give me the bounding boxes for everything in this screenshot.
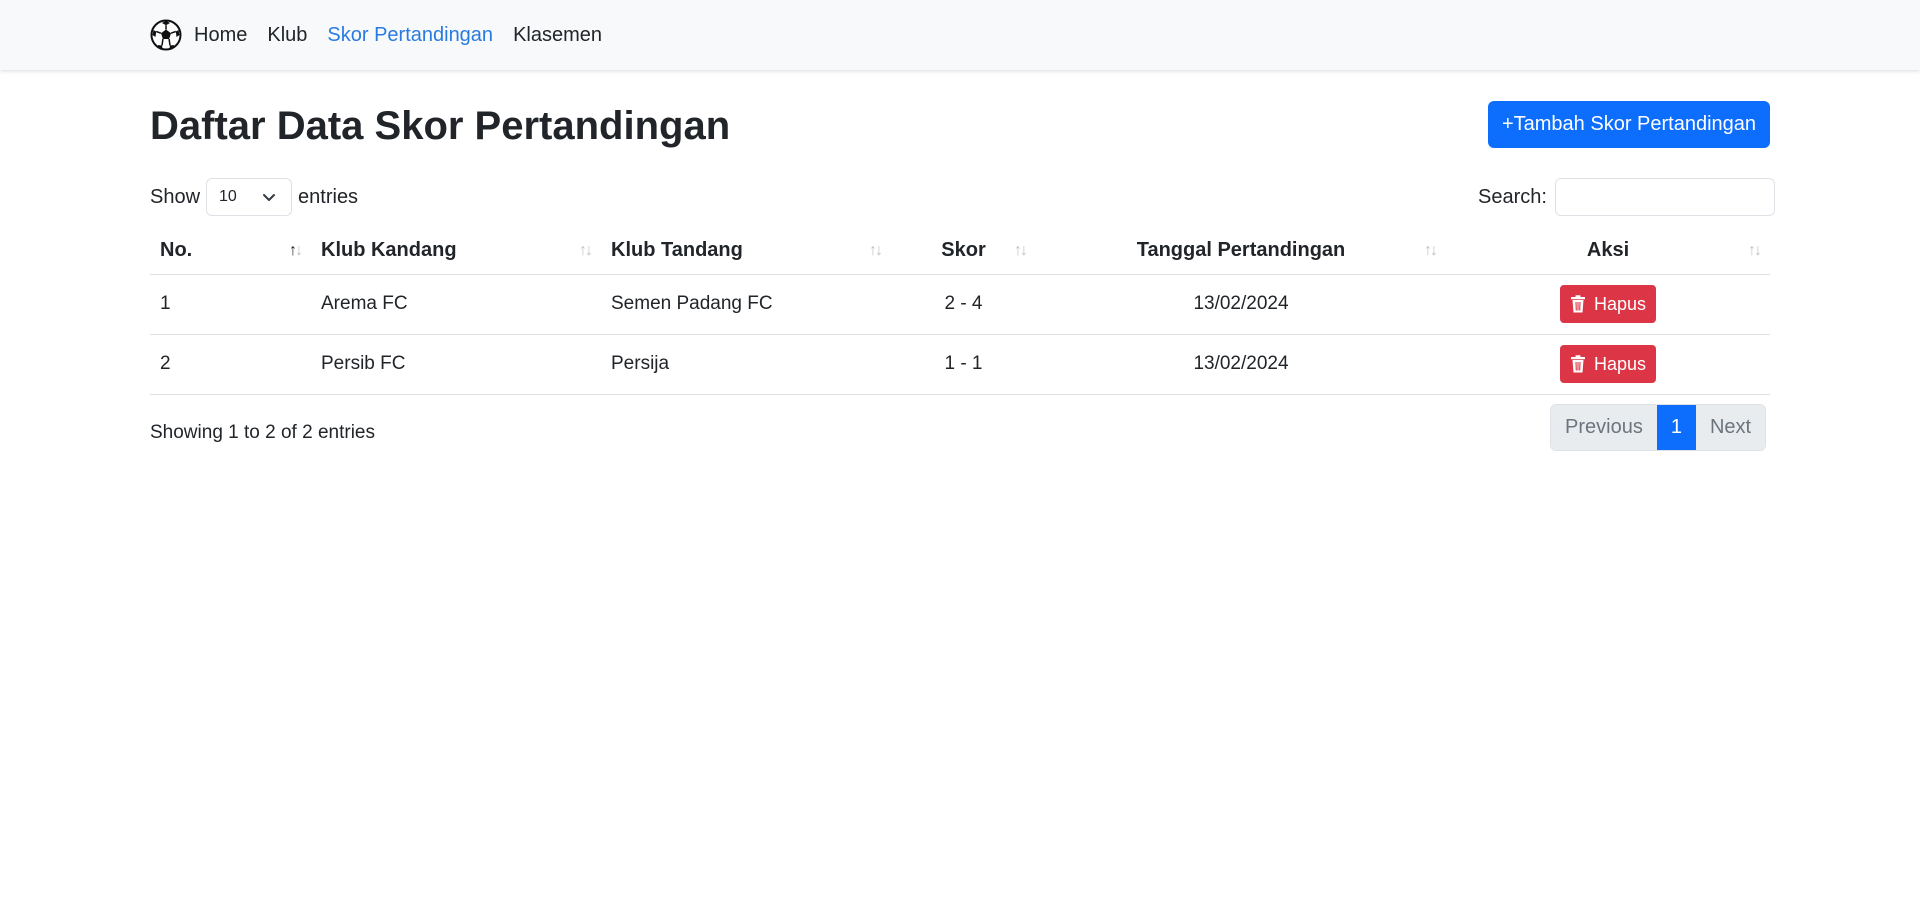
cell-home-club: Arema FC [311, 274, 601, 335]
column-header-label: Tanggal Pertandingan [1136, 239, 1346, 262]
entries-select[interactable]: 10 [206, 178, 293, 216]
nav-inner: Home Klub Skor Pertandingan Klasemen [150, 0, 622, 70]
column-header-klub-tandang[interactable]: Klub Tandang ↑↓ [601, 228, 891, 275]
column-header-label: Skor [941, 239, 986, 262]
pagination-next[interactable]: Next [1695, 405, 1766, 450]
nav-link-klasemen[interactable]: Klasemen [513, 24, 602, 47]
add-score-button[interactable]: +Tambah Skor Pertandingan [1488, 101, 1770, 148]
table-info: Showing 1 to 2 of 2 entries [150, 422, 375, 443]
cell-home-club: Persib FC [311, 334, 601, 395]
trash-icon [1570, 295, 1585, 313]
cell-score: 2 - 4 [891, 274, 1036, 335]
cell-date: 13/02/2024 [1036, 334, 1446, 395]
column-header-no[interactable]: No. ↑↓ [150, 228, 311, 275]
cell-away-club: Persija [601, 334, 891, 395]
pagination-previous[interactable]: Previous [1551, 405, 1657, 450]
cell-no: 1 [150, 274, 311, 335]
entries-select-value: 10 [219, 188, 237, 205]
chevron-down-icon [263, 194, 276, 201]
sort-icon: ↑↓ [869, 242, 883, 259]
table-row: 2 Persib FC Persija 1 - 1 13/02/2024 Hap… [150, 334, 1770, 395]
table-header-row: No. ↑↓ Klub Kandang ↑↓ Klub Tandang ↑↓ S… [150, 228, 1770, 275]
nav-link-skor-pertandingan[interactable]: Skor Pertandingan [327, 24, 493, 47]
pagination-page-1[interactable]: 1 [1656, 405, 1696, 450]
table-row: 1 Arema FC Semen Padang FC 2 - 4 13/02/2… [150, 274, 1770, 335]
cell-away-club: Semen Padang FC [601, 274, 891, 335]
scores-table: No. ↑↓ Klub Kandang ↑↓ Klub Tandang ↑↓ S… [150, 228, 1770, 395]
nav-link-klub[interactable]: Klub [267, 24, 307, 47]
delete-label: Hapus [1593, 293, 1647, 314]
sort-icon: ↑↓ [1424, 242, 1438, 259]
cell-date: 13/02/2024 [1036, 274, 1446, 335]
page-title: Daftar Data Skor Pertandingan [150, 104, 731, 148]
sort-icon: ↑↓ [1748, 242, 1762, 259]
pagination: Previous 1 Next [1550, 404, 1767, 451]
column-header-aksi[interactable]: Aksi ↑↓ [1446, 228, 1770, 275]
nav-link-home[interactable]: Home [194, 24, 247, 47]
column-header-label: Klub Kandang [321, 239, 457, 262]
sort-icon: ↑↓ [579, 242, 593, 259]
search-label: Search: [1478, 185, 1547, 208]
cell-action: Hapus [1446, 274, 1770, 335]
search-control: Search: [1478, 178, 1775, 216]
trash-icon [1570, 355, 1585, 373]
cell-score: 1 - 1 [891, 334, 1036, 395]
soccer-ball-icon[interactable] [150, 19, 182, 51]
column-header-label: No. [160, 239, 193, 262]
delete-button[interactable]: Hapus [1559, 285, 1657, 323]
delete-label: Hapus [1593, 353, 1647, 374]
column-header-skor[interactable]: Skor ↑↓ [891, 228, 1036, 275]
show-label: Show [150, 185, 201, 208]
sort-asc-icon: ↑↓ [289, 242, 303, 259]
cell-no: 2 [150, 334, 311, 395]
column-header-label: Aksi [1586, 239, 1630, 262]
cell-action: Hapus [1446, 334, 1770, 395]
column-header-tanggal[interactable]: Tanggal Pertandingan ↑↓ [1036, 228, 1446, 275]
column-header-klub-kandang[interactable]: Klub Kandang ↑↓ [311, 228, 601, 275]
delete-button[interactable]: Hapus [1559, 345, 1657, 383]
search-input[interactable] [1554, 178, 1775, 216]
sort-icon: ↑↓ [1014, 242, 1028, 259]
column-header-label: Klub Tandang [611, 239, 743, 262]
navbar: Home Klub Skor Pertandingan Klasemen [0, 0, 1920, 70]
entries-label: entries [298, 185, 359, 208]
entries-length-control: Show 10 entries [150, 178, 358, 216]
